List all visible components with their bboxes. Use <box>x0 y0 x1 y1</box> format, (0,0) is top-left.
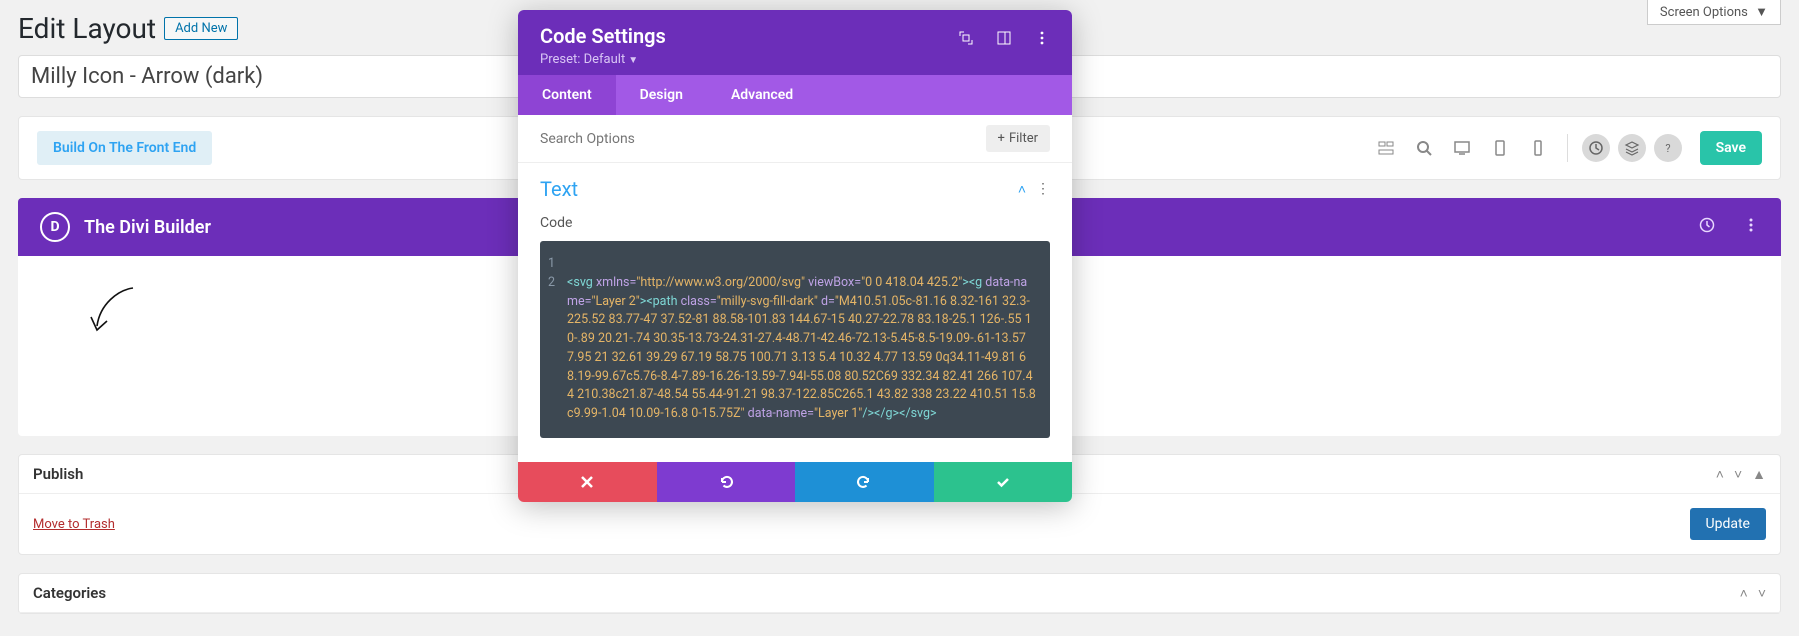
layers-icon[interactable] <box>1618 134 1646 162</box>
publish-title: Publish <box>33 465 83 483</box>
expand-icon[interactable] <box>958 30 974 50</box>
filter-label: Filter <box>1009 131 1038 146</box>
grid-icon[interactable] <box>1371 133 1401 163</box>
arrow-preview-icon <box>88 284 138 339</box>
move-to-trash-link[interactable]: Move to Trash <box>33 517 115 532</box>
caret-down-icon: ▼ <box>628 55 638 66</box>
tab-advanced[interactable]: Advanced <box>707 75 817 115</box>
filter-button[interactable]: + Filter <box>986 125 1050 152</box>
code-settings-modal: Code Settings Preset: Default▼ Content D… <box>518 10 1072 502</box>
svg-text:?: ? <box>1665 142 1670 155</box>
screen-options-label: Screen Options <box>1660 5 1748 20</box>
section-text-title: Text <box>540 177 578 201</box>
redo-button[interactable] <box>795 462 934 502</box>
help-icon[interactable]: ? <box>1654 134 1682 162</box>
preset-selector[interactable]: Preset: Default▼ <box>540 52 666 67</box>
caret-down-icon: ▼ <box>1755 5 1768 20</box>
panel-icon[interactable] <box>996 30 1012 50</box>
caret-up-icon[interactable]: ▲ <box>1752 466 1766 483</box>
divi-logo-icon: D <box>40 212 70 242</box>
divi-builder-title: The Divi Builder <box>84 217 211 238</box>
history-icon[interactable] <box>1582 134 1610 162</box>
search-options-input[interactable] <box>540 131 976 147</box>
screen-options-button[interactable]: Screen Options ▼ <box>1647 0 1781 25</box>
categories-title: Categories <box>33 584 106 602</box>
modal-title: Code Settings <box>540 24 666 48</box>
toolbar-divider <box>1567 134 1568 162</box>
code-body[interactable]: <svg xmlns="http://www.w3.org/2000/svg" … <box>567 255 1036 424</box>
chevron-up-icon[interactable]: ˄ <box>1740 585 1748 602</box>
cancel-button[interactable] <box>518 462 657 502</box>
clock-icon[interactable] <box>1699 217 1715 237</box>
code-editor[interactable]: 12 <svg xmlns="http://www.w3.org/2000/sv… <box>540 241 1050 438</box>
categories-box-header: Categories ˄ ˅ <box>19 574 1780 613</box>
more-vertical-icon[interactable]: ⋮ <box>1036 181 1050 198</box>
undo-button[interactable] <box>657 462 796 502</box>
code-field-label: Code <box>540 215 1050 231</box>
tab-design[interactable]: Design <box>616 75 707 115</box>
tab-content[interactable]: Content <box>518 75 616 115</box>
tablet-icon[interactable] <box>1485 133 1515 163</box>
update-button[interactable]: Update <box>1690 508 1766 540</box>
chevron-up-icon[interactable]: ˄ <box>1716 466 1724 483</box>
preset-label: Preset: Default <box>540 52 625 67</box>
code-gutter: 12 <box>548 255 567 424</box>
page-title: Edit Layout <box>18 12 156 45</box>
chevron-down-icon[interactable]: ˅ <box>1758 585 1766 602</box>
more-vertical-icon[interactable] <box>1743 217 1759 237</box>
more-vertical-icon[interactable] <box>1034 30 1050 50</box>
confirm-button[interactable] <box>934 462 1073 502</box>
search-icon[interactable] <box>1409 133 1439 163</box>
add-new-button[interactable]: Add New <box>164 17 238 40</box>
desktop-icon[interactable] <box>1447 133 1477 163</box>
chevron-down-icon[interactable]: ˅ <box>1734 466 1742 483</box>
collapse-icon[interactable]: ˄ <box>1018 181 1026 198</box>
save-button[interactable]: Save <box>1700 131 1762 165</box>
plus-icon: + <box>998 131 1005 146</box>
build-front-end-button[interactable]: Build On The Front End <box>37 131 212 165</box>
mobile-icon[interactable] <box>1523 133 1553 163</box>
